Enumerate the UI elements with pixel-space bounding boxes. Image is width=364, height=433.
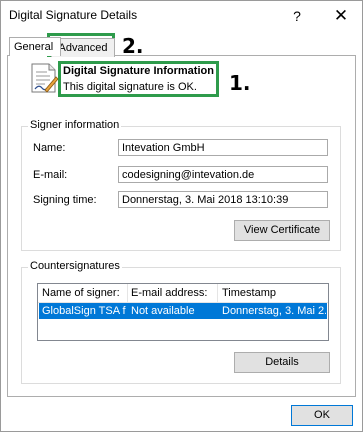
name-label: Name:: [33, 142, 66, 154]
tab-general[interactable]: General: [9, 37, 61, 56]
email-field[interactable]: codesigning@intevation.de: [118, 166, 328, 183]
certificate-document-icon: [31, 63, 59, 93]
ok-button[interactable]: OK: [291, 405, 353, 426]
view-certificate-button[interactable]: View Certificate: [234, 220, 330, 241]
countersignatures-table[interactable]: Name of signer: E-mail address: Timestam…: [37, 283, 329, 341]
annotation-number-2: 2.: [122, 34, 144, 58]
column-header-name[interactable]: Name of signer:: [42, 287, 120, 299]
cell-signer-name: GlobalSign TSA f...: [42, 305, 126, 317]
help-button[interactable]: ?: [284, 4, 310, 28]
window-title: Digital Signature Details: [9, 8, 138, 22]
column-header-timestamp[interactable]: Timestamp: [222, 287, 276, 299]
title-bar: Digital Signature Details ? ✕: [1, 1, 362, 31]
signing-time-label: Signing time:: [33, 194, 97, 206]
name-field[interactable]: Intevation GmbH: [118, 139, 328, 156]
digital-signature-details-dialog: Digital Signature Details ? ✕ General Ad…: [0, 0, 363, 432]
close-button[interactable]: ✕: [328, 4, 354, 28]
countersignatures-group-label: Countersignatures: [28, 260, 122, 272]
annotation-box-signature-info: [58, 61, 219, 97]
column-divider[interactable]: [127, 284, 128, 302]
details-button[interactable]: Details: [234, 352, 330, 373]
signer-group-label: Signer information: [28, 119, 122, 131]
column-divider[interactable]: [217, 284, 218, 302]
email-label: E-mail:: [33, 169, 68, 181]
column-header-email[interactable]: E-mail address:: [131, 287, 207, 299]
cell-email: Not available: [131, 305, 195, 317]
signing-time-field[interactable]: Donnerstag, 3. Mai 2018 13:10:39: [118, 191, 328, 208]
table-row[interactable]: GlobalSign TSA f... Not available Donner…: [39, 303, 327, 319]
cell-timestamp: Donnerstag, 3. Mai 2...: [222, 305, 326, 317]
annotation-number-1: 1.: [229, 71, 251, 95]
table-header: Name of signer: E-mail address: Timestam…: [38, 284, 328, 303]
